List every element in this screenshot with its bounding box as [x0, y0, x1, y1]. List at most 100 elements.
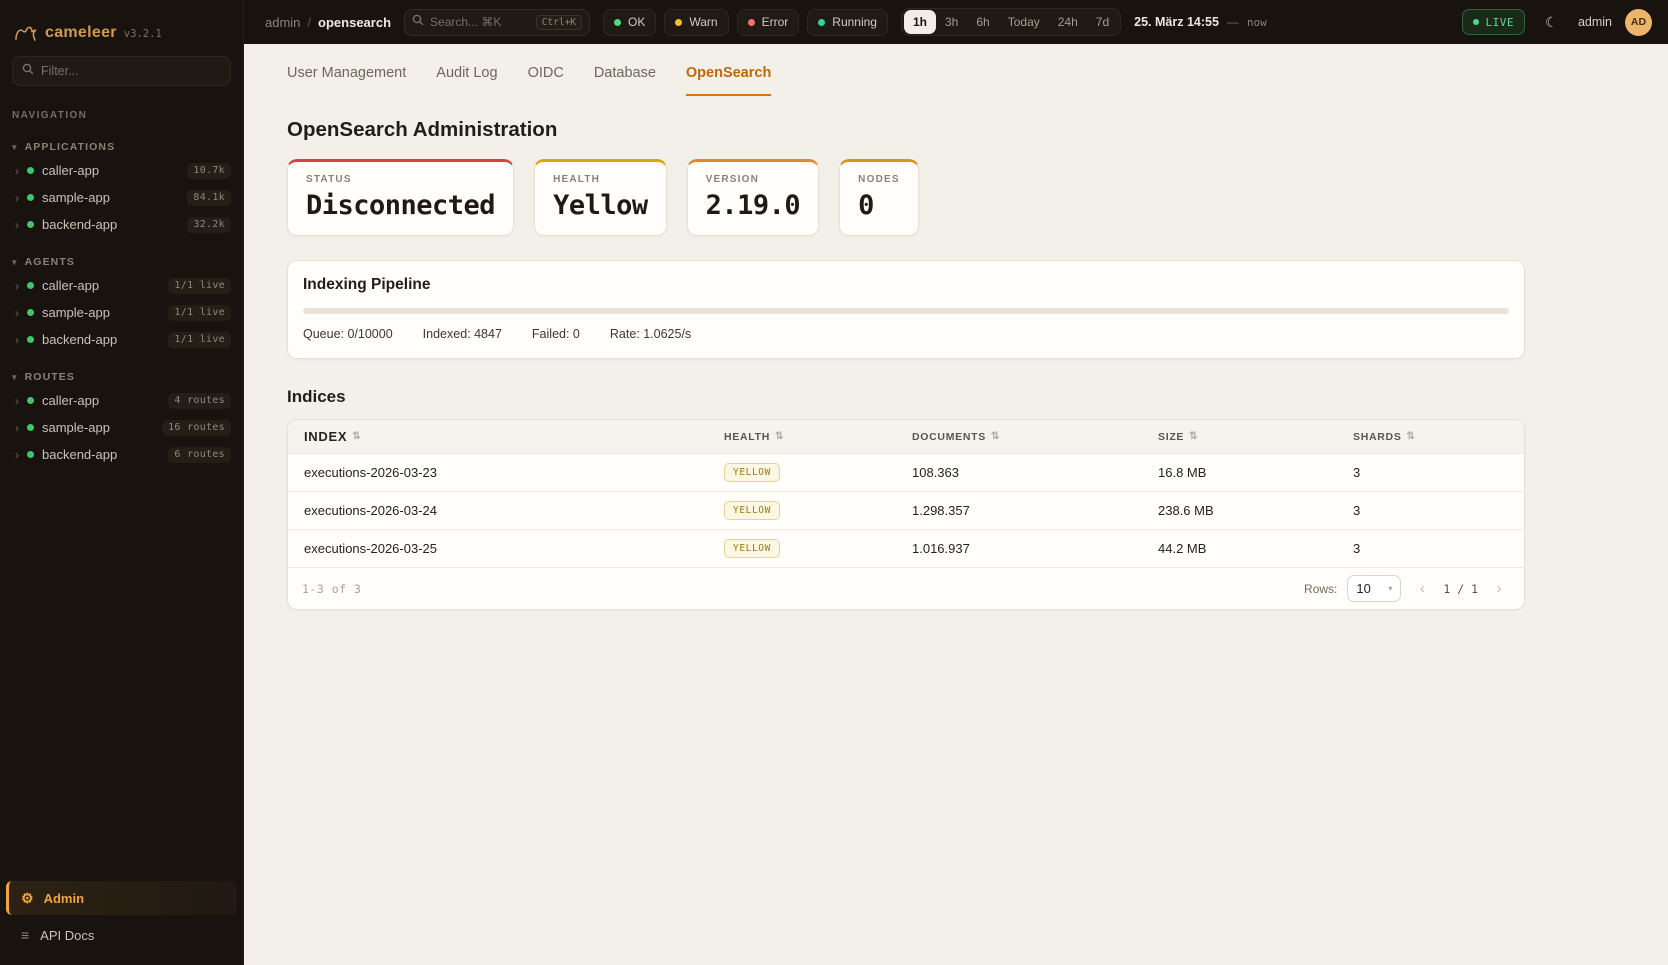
search-icon [412, 13, 424, 31]
pipeline-title: Indexing Pipeline [303, 276, 1509, 294]
time-range-6h[interactable]: 6h [967, 10, 998, 34]
section-label: ROUTES [25, 371, 75, 383]
datetime-now: now [1247, 16, 1267, 29]
breadcrumb-current: opensearch [318, 15, 391, 30]
status-dot [27, 424, 34, 431]
health-cell: YELLOW [724, 501, 912, 520]
section-header-agents[interactable]: ▾ AGENTS [0, 252, 243, 272]
sidebar-item-sample-app[interactable]: › sample-app 84.1k [0, 184, 243, 211]
theme-toggle[interactable]: ☾ [1538, 9, 1565, 36]
status-dot [27, 282, 34, 289]
tab-audit-log[interactable]: Audit Log [436, 65, 497, 96]
tab-oidc[interactable]: OIDC [528, 65, 564, 96]
sidebar-item-backend-app[interactable]: › backend-app 32.2k [0, 211, 243, 238]
filter-chip-error[interactable]: Error [737, 9, 800, 36]
filter-chip-running[interactable]: Running [807, 9, 888, 36]
time-range-group: 1h 3h 6h Today 24h 7d [901, 8, 1121, 36]
sidebar-item-backend-app-agent[interactable]: › backend-app 1/1 live [0, 326, 243, 353]
shards-cell: 3 [1353, 465, 1524, 480]
rows-per-page-label: Rows: [1304, 582, 1337, 596]
size-cell: 16.8 MB [1158, 465, 1353, 480]
tab-opensearch[interactable]: OpenSearch [686, 65, 771, 96]
filter-input[interactable] [41, 64, 221, 78]
column-header-index[interactable]: INDEX ⇅ [288, 429, 724, 444]
health-cell: YELLOW [724, 463, 912, 482]
chevron-down-icon: ▾ [12, 257, 18, 268]
page-indicator: 1 / 1 [1443, 582, 1478, 596]
datetime-value: 25. März 14:55 [1134, 15, 1219, 29]
column-header-health[interactable]: HEALTH ⇅ [724, 431, 912, 443]
status-dot [27, 309, 34, 316]
table-header-row: INDEX ⇅ HEALTH ⇅ DOCUMENTS ⇅ SIZE ⇅ [288, 420, 1524, 453]
table-footer: 1-3 of 3 Rows: 10 ▾ ‹ 1 / 1 › [288, 567, 1524, 609]
shards-cell: 3 [1353, 503, 1524, 518]
next-page-button[interactable]: › [1488, 578, 1510, 600]
warn-dot [675, 19, 682, 26]
sidebar-item-admin[interactable]: ⚙ Admin [6, 881, 237, 915]
datetime-display[interactable]: 25. März 14:55 — now [1134, 15, 1267, 29]
filter-chip-warn[interactable]: Warn [664, 9, 728, 36]
section-header-applications[interactable]: ▾ APPLICATIONS [0, 137, 243, 157]
stat-cards: STATUS Disconnected HEALTH Yellow VERSIO… [287, 159, 1668, 236]
chevron-right-icon: › [15, 219, 19, 231]
time-range-7d[interactable]: 7d [1087, 10, 1118, 34]
stat-card-status: STATUS Disconnected [287, 159, 514, 236]
time-range-1h[interactable]: 1h [904, 10, 936, 34]
sidebar-section-applications: ▾ APPLICATIONS › caller-app 10.7k › samp… [0, 137, 243, 238]
index-name: executions-2026-03-25 [288, 541, 724, 556]
sidebar-item-caller-app[interactable]: › caller-app 10.7k [0, 157, 243, 184]
status-value: Disconnected [306, 190, 495, 221]
top-bar-right: LIVE ☾ admin AD [1462, 9, 1652, 36]
chevron-right-icon: › [15, 449, 19, 461]
pipeline-queue: Queue: 0/10000 [303, 327, 393, 341]
sidebar-item-sample-app-agent[interactable]: › sample-app 1/1 live [0, 299, 243, 326]
main-content: User Management Audit Log OIDC Database … [244, 44, 1668, 965]
routes-count-badge: 16 routes [162, 420, 231, 436]
chevron-right-icon: › [1497, 580, 1502, 597]
documents-cell: 1.016.937 [912, 541, 1158, 556]
status-dot [27, 194, 34, 201]
sidebar-item-api-docs[interactable]: ≡ API Docs [6, 919, 237, 951]
time-range-24h[interactable]: 24h [1049, 10, 1087, 34]
shards-cell: 3 [1353, 541, 1524, 556]
sidebar-item-caller-app-routes[interactable]: › caller-app 4 routes [0, 387, 243, 414]
chevron-right-icon: › [15, 307, 19, 319]
chevron-right-icon: › [15, 422, 19, 434]
logo-icon [14, 21, 38, 46]
column-header-size[interactable]: SIZE ⇅ [1158, 431, 1353, 443]
section-label: APPLICATIONS [25, 141, 116, 153]
tab-user-management[interactable]: User Management [287, 65, 406, 96]
sidebar-item-caller-app-agent[interactable]: › caller-app 1/1 live [0, 272, 243, 299]
sort-icon: ⇅ [352, 431, 361, 442]
sidebar-item-sample-app-routes[interactable]: › sample-app 16 routes [0, 414, 243, 441]
tab-database[interactable]: Database [594, 65, 656, 96]
sidebar-item-backend-app-routes[interactable]: › backend-app 6 routes [0, 441, 243, 468]
sidebar-filter [12, 56, 231, 86]
time-range-today[interactable]: Today [999, 10, 1049, 34]
breadcrumb-root[interactable]: admin [265, 15, 300, 30]
section-header-routes[interactable]: ▾ ROUTES [0, 367, 243, 387]
error-dot [748, 19, 755, 26]
status-dot [27, 167, 34, 174]
global-search[interactable]: Ctrl+K [404, 9, 590, 36]
avatar[interactable]: AD [1625, 9, 1652, 36]
column-header-documents[interactable]: DOCUMENTS ⇅ [912, 431, 1158, 443]
prev-page-button[interactable]: ‹ [1411, 578, 1433, 600]
rows-per-page-select[interactable]: 10 ▾ [1347, 575, 1401, 602]
filter-chip-ok[interactable]: OK [603, 9, 656, 36]
breadcrumb-separator: / [307, 15, 311, 30]
documents-cell: 108.363 [912, 465, 1158, 480]
ok-dot [614, 19, 621, 26]
breadcrumb: admin / opensearch [265, 15, 391, 30]
section-label: AGENTS [25, 256, 75, 268]
size-cell: 44.2 MB [1158, 541, 1353, 556]
live-count-badge: 1/1 live [168, 332, 231, 348]
logo[interactable]: cameleer v3.2.1 [0, 0, 243, 42]
column-header-shards[interactable]: SHARDS ⇅ [1353, 431, 1524, 443]
health-value: Yellow [553, 190, 648, 221]
live-badge[interactable]: LIVE [1462, 9, 1525, 35]
time-range-3h[interactable]: 3h [936, 10, 967, 34]
api-docs-label: API Docs [40, 928, 94, 943]
user-name[interactable]: admin [1578, 15, 1612, 29]
search-input[interactable] [430, 15, 530, 29]
